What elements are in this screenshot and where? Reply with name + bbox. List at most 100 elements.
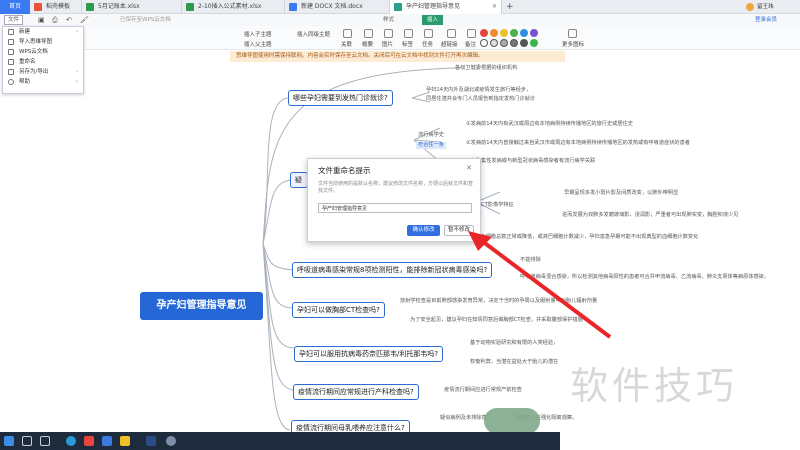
sheet-icon <box>186 3 194 11</box>
label-button[interactable]: 标签 <box>402 40 413 48</box>
hyperlink-button[interactable]: 超链接 <box>441 40 458 48</box>
progress-5-icon[interactable] <box>520 39 528 47</box>
topic-chest-ct[interactable]: 孕妇可以做胸部CT检查吗? <box>292 302 385 318</box>
tab-docx[interactable]: 新建 DOCX 文档.docx <box>285 0 390 14</box>
dialog-description: 文件当前使用的是默认名称，建议修改文件名称，方便以后就文件和查找文件。 <box>318 181 474 194</box>
summary-icon <box>364 29 373 38</box>
insert-ribbon: 插入子主题 插入父主题 插入同级主题 关联 概要 图片 标签 任务 超链接 备注… <box>84 26 800 50</box>
note-icon <box>467 29 476 38</box>
menu-item-new[interactable]: 新建 › <box>3 27 83 37</box>
docer-icon <box>34 3 42 11</box>
new-tab-icon[interactable]: + <box>506 0 514 14</box>
user-name[interactable]: 留王玮 <box>757 0 774 14</box>
chevron-right-icon: › <box>75 79 78 85</box>
file-dropdown-menu: 新建 › 导入思维导图 WPS云文档 重命名 另存为/导出 › 帮助 › <box>2 26 84 94</box>
subtopic[interactable]: 符合任一条 <box>416 142 446 149</box>
topic-suspected[interactable]: 疑 <box>290 172 308 188</box>
print-icon[interactable]: ⎙ <box>52 14 58 26</box>
avatar[interactable] <box>746 3 754 11</box>
taskbar <box>0 432 560 450</box>
photoshop-icon[interactable] <box>146 436 156 446</box>
menu-item-import[interactable]: 导入思维导图 <box>3 37 83 47</box>
subtopic[interactable]: 早期呈现多发小斑片影及间质改变，以肺外带明显 <box>564 190 678 197</box>
topic-prenatal-check[interactable]: 疫情流行期间应常规进行产科检查吗? <box>293 384 419 400</box>
tab-docer[interactable]: 稻壳模板 <box>30 0 82 14</box>
priority-1-icon[interactable] <box>480 29 488 37</box>
progress-4-icon[interactable] <box>510 39 518 47</box>
root-topic[interactable]: 孕产妇管理指导意见 <box>140 292 263 320</box>
priority-5-icon[interactable] <box>520 29 528 37</box>
topic-antiviral[interactable]: 孕妇可以服用抗病毒药奈匹那韦/利托那韦吗? <box>294 346 444 362</box>
quick-toolbar: 文件 ▣ ⎙ ↶ 🖌 已保存至WPS云文档 样式 插入 登录会员 <box>0 14 800 26</box>
subtopic[interactable]: 流行病学史 <box>418 132 444 139</box>
priority-6-icon[interactable] <box>530 29 538 37</box>
style-tab[interactable]: 样式 <box>383 14 394 26</box>
subtopic[interactable]: 进而发展为双肺多发磨玻璃影、浸润影，严重者可出现肺实变，胸腔积液少见 <box>562 212 738 219</box>
menu-item-saveas[interactable]: 另存为/导出 › <box>3 67 83 77</box>
task-view-icon[interactable] <box>40 436 50 446</box>
hyperlink-icon <box>447 29 456 38</box>
app-icon[interactable] <box>166 436 176 446</box>
summary-button[interactable]: 概要 <box>362 40 373 48</box>
subtopic[interactable]: CT影像学特征 <box>481 202 514 209</box>
wps-icon[interactable] <box>84 436 94 446</box>
topic-fever-clinic[interactable]: 哪些孕妇需要到发热门诊就诊? <box>288 90 393 106</box>
task-button[interactable]: 任务 <box>422 40 433 48</box>
insert-child-button[interactable]: 插入子主题 <box>244 30 272 38</box>
tab-formula[interactable]: 2-10插入公式素材.xlsx <box>182 0 285 14</box>
save-icon[interactable]: ▣ <box>38 14 45 26</box>
new-icon <box>8 29 14 35</box>
subtopic[interactable]: 疫情流行期间应进行常规产前检查 <box>444 387 522 394</box>
more-icons-button[interactable]: 更多图标 <box>562 40 584 48</box>
mindmap-icon <box>394 3 402 11</box>
undo-icon[interactable]: ↶ <box>66 14 72 26</box>
edge-icon[interactable] <box>66 436 76 446</box>
close-icon[interactable]: ✕ <box>492 0 497 14</box>
file-menu-button[interactable]: 文件 <box>4 15 24 25</box>
app-icon[interactable] <box>102 436 112 446</box>
menu-item-cloud[interactable]: WPS云文档 <box>3 47 83 57</box>
floating-widget[interactable] <box>484 408 540 434</box>
confirm-rename-button[interactable]: 确认修改 <box>407 225 440 236</box>
search-icon[interactable] <box>22 436 32 446</box>
red-arrow-annotation <box>468 231 612 339</box>
progress-2-icon[interactable] <box>490 39 498 47</box>
note-button[interactable]: 备注 <box>465 40 476 48</box>
folder-icon[interactable] <box>120 436 130 446</box>
insert-tab[interactable]: 插入 <box>422 15 444 25</box>
format-painter-icon[interactable]: 🖌 <box>80 14 89 26</box>
progress-1-icon[interactable] <box>480 39 488 47</box>
menu-item-rename[interactable]: 重命名 <box>3 57 83 67</box>
menu-item-label: 重命名 <box>19 59 36 65</box>
subtopic[interactable]: 各级卫健委根据的组织机构 <box>455 65 517 72</box>
windows-start-icon[interactable] <box>4 436 14 446</box>
subtopic[interactable]: 权衡利弊，当潜在益处大于胎儿的潜在 <box>470 359 558 366</box>
priority-4-icon[interactable] <box>510 29 518 37</box>
menu-item-help[interactable]: 帮助 › <box>3 77 83 87</box>
image-button[interactable]: 图片 <box>382 40 393 48</box>
progress-3-icon[interactable] <box>500 39 508 47</box>
relation-button[interactable]: 关联 <box>341 40 352 48</box>
subtopic[interactable]: 孕妇14天内外及湖北或疫情发生旅行等经步， <box>426 87 531 94</box>
tab-ledger[interactable]: 5月记账本.xlsx <box>82 0 182 14</box>
done-icon[interactable] <box>530 39 538 47</box>
notice-banner: 思维导图使用时需保持联网。内容会实时保存至云文档。关闭后可在云文档中找到文件打开… <box>230 51 565 62</box>
tab-mindmap[interactable]: 孕产妇管理指导意见 ✕ <box>390 0 502 14</box>
subtopic[interactable]: ②发病前14天内曾接触过来自武汉市或周边有本地病例持续传播地区的发热或有呼吸道症… <box>466 140 690 147</box>
subtopic[interactable]: 同居住潜并会专门人员报告到指定发热门诊就诊 <box>426 96 535 103</box>
tab-home[interactable]: 首页 <box>0 0 30 14</box>
filename-input[interactable] <box>318 203 472 213</box>
subtopic[interactable]: 疑似病例及未排除感 <box>440 415 487 422</box>
subtopic[interactable]: ①发病前14天内有武汉或周边有本地病例持续传播地区的旅行史或居住史 <box>466 121 633 128</box>
watermark: 软件技巧 <box>570 364 739 408</box>
insert-parent-button[interactable]: 插入父主题 <box>244 40 272 48</box>
tab-label: 孕产妇管理指导意见 <box>406 3 461 10</box>
close-icon[interactable]: ✕ <box>466 164 472 172</box>
priority-3-icon[interactable] <box>500 29 508 37</box>
login-member[interactable]: 登录会员 <box>755 14 777 26</box>
priority-2-icon[interactable] <box>490 29 498 37</box>
insert-sibling-button[interactable]: 插入同级主题 <box>297 30 330 38</box>
tab-label: 稻壳模板 <box>46 3 71 10</box>
menu-item-label: 帮助 <box>19 79 31 85</box>
subtopic[interactable]: ③有聚集性发病或与新型冠状病毒感染者有流行病学关联 <box>466 158 595 165</box>
